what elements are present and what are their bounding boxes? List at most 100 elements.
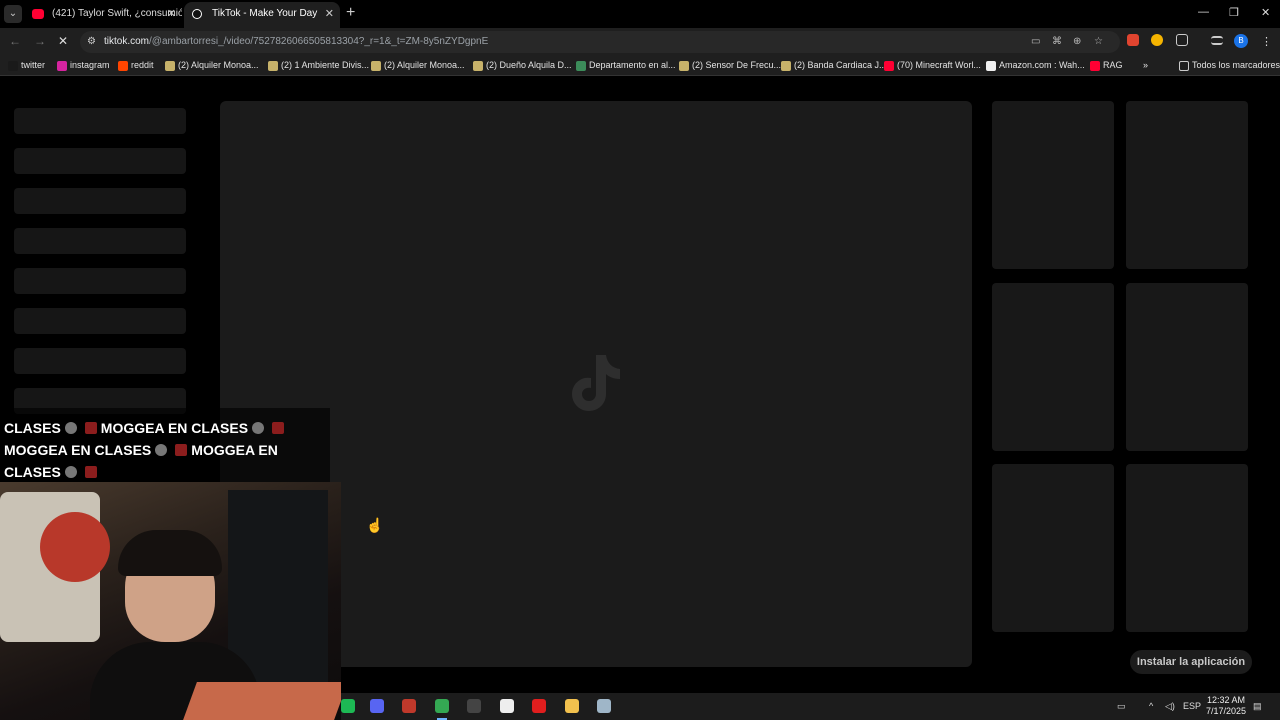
amazon-icon	[986, 61, 996, 71]
zoom-icon[interactable]: ⊕	[1073, 36, 1081, 47]
restore-button[interactable]: ❐	[1229, 6, 1239, 19]
extension-icon[interactable]	[1127, 34, 1139, 46]
sidebar-skeleton	[14, 228, 186, 254]
bookmark-item[interactable]: Departamento en al...	[576, 60, 676, 71]
bookmark-star-icon[interactable]: ☆	[1094, 36, 1103, 47]
spotify-icon[interactable]	[341, 699, 355, 713]
skull-icon	[155, 444, 168, 456]
taskbar-clock[interactable]: 12:32 AM 7/17/2025	[1201, 695, 1251, 717]
bookmark-item[interactable]: (2) Banda Cardiaca J...	[781, 60, 887, 71]
discord-icon[interactable]	[370, 699, 384, 713]
rose-icon	[84, 466, 97, 478]
tiktok-icon	[192, 9, 202, 19]
url-text: tiktok.com/@ambartorresi_/video/75278260…	[104, 36, 489, 47]
menu-kebab-icon[interactable]: ⋮	[1261, 35, 1272, 48]
tab-media-icon[interactable]	[1211, 36, 1223, 45]
close-window-button[interactable]: ✕	[1261, 6, 1270, 19]
gpu-app-icon[interactable]	[597, 699, 611, 713]
skull-icon	[252, 422, 265, 434]
folder-icon	[1179, 61, 1189, 71]
browser-toolbar: ← → ✕ ⚙ tiktok.com/@ambartorresi_/video/…	[0, 28, 1280, 56]
back-button[interactable]: ←	[9, 34, 21, 48]
volume-icon[interactable]: ◁)	[1165, 701, 1175, 712]
cast-icon[interactable]: ▭	[1031, 36, 1040, 47]
bookmark-item[interactable]: (2) Alquiler Monoa...	[165, 60, 259, 71]
marketplace-icon	[371, 61, 381, 71]
tab-search-icon[interactable]: ⌄	[4, 5, 22, 23]
marketplace-icon	[473, 61, 483, 71]
language-indicator[interactable]: ESP	[1183, 701, 1201, 711]
bookmark-item[interactable]: reddit	[118, 60, 154, 71]
related-video-skeleton	[1126, 283, 1248, 451]
bookmark-item[interactable]: (2) Dueño Alquila D...	[473, 60, 572, 71]
chrome-icon[interactable]	[435, 699, 449, 713]
clock-date: 7/17/2025	[1205, 706, 1247, 716]
notifications-icon[interactable]: ▤	[1253, 701, 1262, 712]
minimize-button[interactable]: —	[1198, 6, 1209, 18]
mouse-cursor-icon: ☝	[366, 517, 384, 533]
obs-icon[interactable]	[467, 699, 481, 713]
install-app-button[interactable]: Instalar la aplicación	[1130, 650, 1252, 674]
reddit-icon	[118, 61, 128, 71]
tab-youtube[interactable]: (421) Taylor Swift, ¿consumió d ✕	[24, 2, 182, 28]
translate-icon[interactable]: ⌘	[1052, 36, 1062, 47]
forward-button[interactable]: →	[34, 34, 46, 48]
bookmark-item[interactable]: (2) Sensor De Frecu...	[679, 60, 781, 71]
extensions-puzzle-icon[interactable]	[1176, 34, 1188, 46]
bookmark-item[interactable]: Amazon.com : Wah...	[986, 60, 1085, 71]
overlay-line: MOGGEA EN CLASES MOGGEA EN	[4, 442, 278, 458]
sidebar-skeleton	[14, 268, 186, 294]
instagram-icon	[57, 61, 67, 71]
marketplace-icon	[679, 61, 689, 71]
extension-icon[interactable]	[1151, 34, 1163, 46]
tiktok-logo-icon	[572, 355, 620, 411]
tab-title: (421) Taylor Swift, ¿consumió d	[52, 8, 182, 19]
tab-close-icon[interactable]: ✕	[325, 2, 334, 26]
sidebar-skeleton	[14, 308, 186, 334]
keyboard-icon[interactable]: ▭	[1117, 701, 1126, 712]
rose-icon	[84, 422, 97, 434]
opera-icon[interactable]	[532, 699, 546, 713]
profile-avatar[interactable]: B	[1234, 34, 1248, 48]
real-estate-icon	[576, 61, 586, 71]
tab-strip: ⌄ (421) Taylor Swift, ¿consumió d ✕ TikT…	[0, 0, 1280, 28]
bookmark-item[interactable]: instagram	[57, 60, 110, 71]
bookmark-item[interactable]: (2) Alquiler Monoa...	[371, 60, 465, 71]
bookmark-item[interactable]: (70) Minecraft Worl...	[884, 60, 981, 71]
webcam-background	[40, 512, 110, 582]
clock-time: 12:32 AM	[1206, 695, 1246, 705]
bookmarks-overflow-button[interactable]: »	[1143, 60, 1148, 70]
stop-loading-button[interactable]: ✕	[58, 34, 68, 48]
related-video-skeleton	[1126, 101, 1248, 269]
bookmark-item[interactable]: twitter	[8, 60, 45, 71]
streamer-hair	[118, 530, 222, 576]
streamer-app-icon[interactable]	[402, 699, 416, 713]
youtube-icon	[1090, 61, 1100, 71]
tab-title: TikTok - Make Your Day	[212, 8, 318, 19]
capcut-icon[interactable]	[500, 699, 514, 713]
tab-tiktok[interactable]: TikTok - Make Your Day ✕	[184, 2, 340, 28]
file-explorer-icon[interactable]	[565, 699, 579, 713]
related-video-skeleton	[992, 283, 1114, 451]
sidebar-skeleton	[14, 108, 186, 134]
tray-chevron-icon[interactable]: ^	[1149, 701, 1153, 711]
bookmark-item[interactable]: (2) 1 Ambiente Divis...	[268, 60, 369, 71]
webcam-desk	[183, 682, 341, 720]
new-tab-button[interactable]: +	[346, 4, 355, 22]
bookmark-item[interactable]: RAG	[1090, 60, 1123, 71]
windows-taskbar: ▭ ^ ◁) ESP 12:32 AM 7/17/2025 ▤	[341, 693, 1280, 720]
all-bookmarks-folder[interactable]: Todos los marcadores	[1179, 60, 1280, 71]
tab-close-icon[interactable]: ✕	[167, 2, 176, 26]
marketplace-icon	[165, 61, 175, 71]
rose-icon	[175, 444, 188, 456]
sidebar-skeleton	[14, 188, 186, 214]
overlay-line: CLASES	[4, 464, 101, 480]
overlay-line: CLASES MOGGEA EN CLASES	[4, 420, 288, 436]
marketplace-icon	[781, 61, 791, 71]
marketplace-icon	[268, 61, 278, 71]
site-info-icon[interactable]: ⚙	[87, 36, 96, 47]
stream-text-overlay: CLASES MOGGEA EN CLASES MOGGEA EN CLASES M…	[0, 408, 330, 482]
address-bar[interactable]: ⚙ tiktok.com/@ambartorresi_/video/752782…	[80, 31, 1120, 53]
webcam-feed	[0, 482, 341, 720]
related-video-skeleton	[1126, 464, 1248, 632]
